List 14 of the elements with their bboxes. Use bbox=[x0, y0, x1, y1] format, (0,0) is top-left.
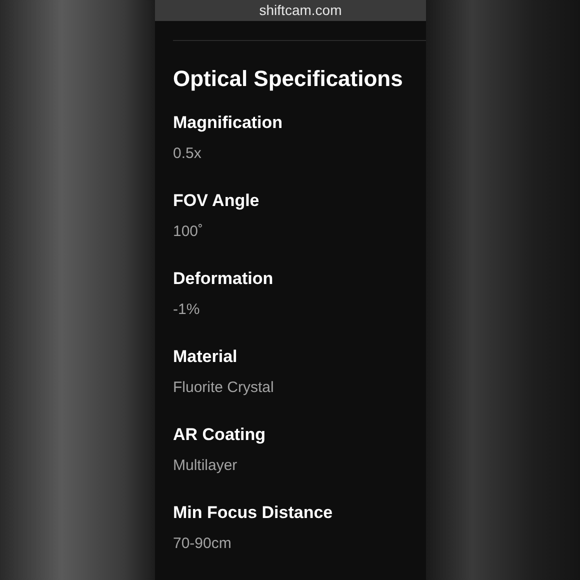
spec-value: 70-90cm bbox=[173, 534, 232, 554]
spec-label: Material bbox=[173, 346, 238, 368]
section-title: Optical Specifications bbox=[173, 65, 404, 93]
spec-label: FOV Angle bbox=[173, 190, 260, 212]
spec-label: Deformation bbox=[173, 268, 274, 290]
spec-label: Min Focus Distance bbox=[173, 502, 334, 524]
spec-value: Fluorite Crystal bbox=[173, 378, 275, 398]
spec-value: Multilayer bbox=[173, 456, 238, 476]
spec-value: -1% bbox=[173, 300, 201, 320]
spec-value: 100˚ bbox=[173, 222, 204, 242]
url-text[interactable]: shiftcam.com bbox=[259, 0, 342, 21]
spec-label: Magnification bbox=[173, 112, 284, 134]
spec-value: 0.5x bbox=[173, 144, 202, 164]
spec-label: AR Coating bbox=[173, 424, 267, 446]
